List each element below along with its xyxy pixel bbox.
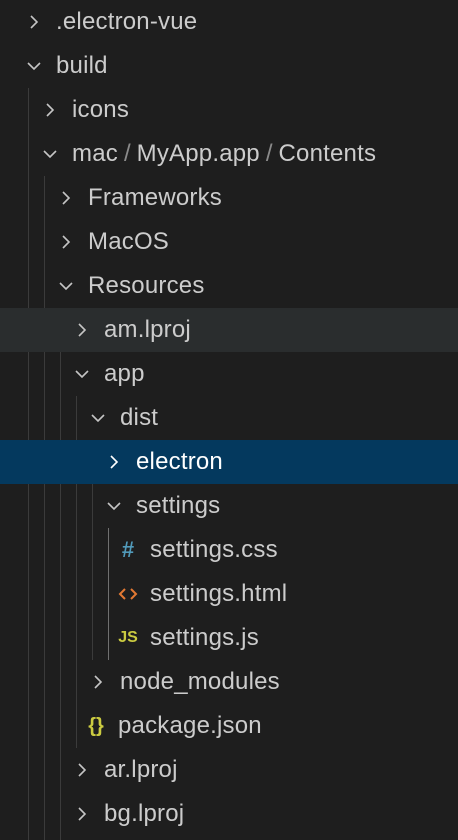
path-separator: / — [265, 140, 273, 167]
tree-item-label: Resources — [88, 272, 205, 299]
tree-item-bg-lproj[interactable]: bg.lproj — [0, 792, 458, 836]
tree-item-label: MacOS — [88, 228, 170, 255]
tree-item-label: .electron-vue — [56, 8, 198, 35]
json-braces-icon: {} — [88, 714, 104, 737]
tree-item-label: electron — [136, 448, 223, 475]
path-segment-myapp[interactable]: MyApp.app — [137, 140, 260, 168]
path-segment-mac[interactable]: mac — [72, 140, 118, 168]
tree-item-label: Frameworks — [88, 184, 223, 211]
chevron-right-icon[interactable] — [100, 440, 128, 484]
chevron-right-icon[interactable] — [36, 88, 64, 132]
tree-item-label: settings.html — [150, 580, 288, 607]
path-segment-contents[interactable]: Contents — [279, 140, 377, 168]
tree-item-ar-lproj[interactable]: ar.lproj — [0, 748, 458, 792]
tree-item-settings-html[interactable]: settings.html — [0, 572, 458, 616]
chevron-right-icon[interactable] — [52, 220, 80, 264]
tree-item-label: settings.js — [150, 624, 259, 651]
tree-item-label: settings — [136, 492, 221, 519]
chevron-down-icon[interactable] — [68, 352, 96, 396]
chevron-right-icon[interactable] — [20, 0, 48, 44]
tree-item-settings-css[interactable]: # settings.css — [0, 528, 458, 572]
tree-item-dist[interactable]: dist — [0, 396, 458, 440]
chevron-right-icon[interactable] — [68, 308, 96, 352]
tree-item-label: build — [56, 52, 108, 79]
tree-item-node-modules[interactable]: node_modules — [0, 660, 458, 704]
compact-folder-path: mac / MyApp.app / Contents — [72, 140, 376, 168]
chevron-right-icon[interactable] — [68, 748, 96, 792]
js-file-icon: JS — [118, 629, 138, 646]
tree-item-label: ar.lproj — [104, 756, 178, 783]
tree-item-label: node_modules — [120, 668, 280, 695]
tree-item-package-json[interactable]: {} package.json — [0, 704, 458, 748]
tree-item-label: package.json — [118, 712, 262, 739]
tree-item-label: app — [104, 360, 145, 387]
tree-item-label: settings.css — [150, 536, 278, 563]
tree-item-electron[interactable]: electron — [0, 440, 458, 484]
tree-item-electron-vue[interactable]: .electron-vue — [0, 0, 458, 44]
chevron-down-icon[interactable] — [36, 132, 64, 176]
chevron-down-icon[interactable] — [100, 484, 128, 528]
tree-item-label: am.lproj — [104, 316, 191, 343]
tree-item-mac-compact-path[interactable]: mac / MyApp.app / Contents — [0, 132, 458, 176]
tree-item-resources[interactable]: Resources — [0, 264, 458, 308]
tree-item-frameworks[interactable]: Frameworks — [0, 176, 458, 220]
html-code-icon — [114, 586, 142, 602]
file-explorer-tree: .electron-vue build icons mac / MyApp.ap… — [0, 0, 458, 840]
chevron-right-icon[interactable] — [52, 176, 80, 220]
tree-item-macos[interactable]: MacOS — [0, 220, 458, 264]
css-hash-icon: # — [121, 537, 135, 562]
tree-item-label: dist — [120, 404, 159, 431]
tree-item-label: icons — [72, 96, 130, 123]
tree-item-label: bg.lproj — [104, 800, 185, 827]
chevron-down-icon[interactable] — [84, 396, 112, 440]
chevron-right-icon[interactable] — [84, 660, 112, 704]
chevron-down-icon[interactable] — [52, 264, 80, 308]
tree-item-settings[interactable]: settings — [0, 484, 458, 528]
tree-item-build[interactable]: build — [0, 44, 458, 88]
tree-item-settings-js[interactable]: JS settings.js — [0, 616, 458, 660]
tree-item-app[interactable]: app — [0, 352, 458, 396]
tree-item-icons[interactable]: icons — [0, 88, 458, 132]
path-separator: / — [123, 140, 131, 167]
tree-item-am-lproj[interactable]: am.lproj — [0, 308, 458, 352]
chevron-down-icon[interactable] — [20, 44, 48, 88]
chevron-right-icon[interactable] — [68, 792, 96, 836]
